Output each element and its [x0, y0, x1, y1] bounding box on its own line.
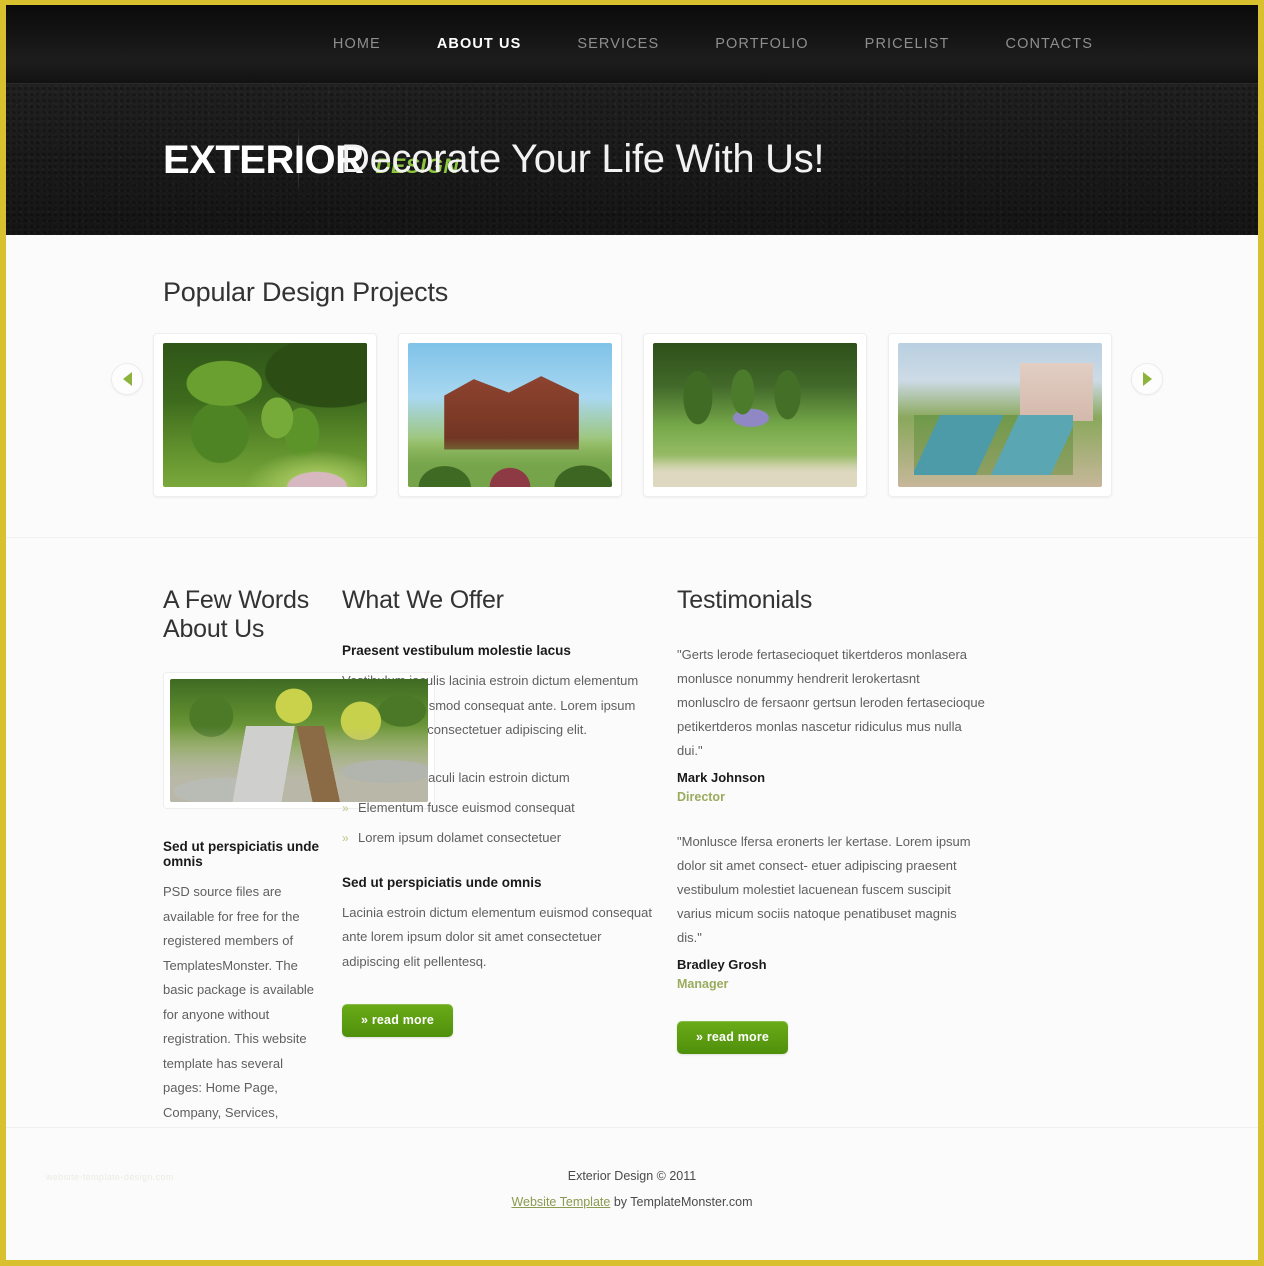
project-thumbnail[interactable]: [887, 333, 1112, 497]
thumbnail-image-pool-villa: [897, 343, 1102, 487]
header-tagline: Decorate Your Life With Us!: [341, 137, 825, 181]
page-frame: HOME ABOUT US SERVICES PORTFOLIO PRICELI…: [0, 0, 1264, 1266]
logo-main-text: EXTERIOR: [163, 137, 364, 182]
testimonial-spacer: [677, 804, 985, 830]
logo[interactable]: EXTERIOR DESIGN: [6, 140, 459, 180]
offer-body-text-2: Lacinia estroin dictum elementum euismod…: [342, 904, 653, 969]
testimonial-item: "Gerts lerode fertasecioquet tikertderos…: [677, 643, 985, 804]
testimonial-author-name: Mark Johnson: [677, 770, 766, 785]
project-thumbnail[interactable]: [397, 333, 622, 497]
testimonial-item: "Monlusce lfersa eronerts ler kertase. L…: [677, 830, 985, 991]
project-thumbnail-strip: [6, 333, 1258, 497]
list-item-label: Lorem ipsum dolamet consectetuer: [358, 829, 562, 845]
footer-watermark: website-template-design.com: [46, 1172, 174, 1182]
testimonial-author-role: Manager: [677, 977, 729, 991]
what-we-offer-title: What We Offer: [342, 586, 504, 614]
nav-item-pricelist[interactable]: PRICELIST: [837, 30, 978, 58]
gallery-next-button[interactable]: [1131, 363, 1163, 395]
nav-item-about-us[interactable]: ABOUT US: [409, 30, 550, 58]
about-us-image-rock-garden: [170, 679, 428, 802]
about-us-title: A Few Words About Us: [163, 586, 309, 643]
testimonials-title: Testimonials: [677, 586, 813, 614]
testimonial-author-role: Director: [677, 790, 725, 804]
bullet-marker-icon: »: [342, 830, 349, 845]
nav-item-contacts[interactable]: CONTACTS: [978, 30, 1121, 58]
nav-item-services[interactable]: SERVICES: [549, 30, 687, 58]
offer-read-more-button[interactable]: » read more: [342, 1004, 454, 1037]
gallery-prev-button[interactable]: [111, 363, 143, 395]
thumbnail-image-formal-garden: [652, 343, 857, 487]
list-item[interactable]: » Lorem ipsum dolamet consectetuer: [342, 823, 655, 853]
popular-projects-section: Popular Design Projects: [6, 235, 1258, 538]
arrow-right-icon: [1142, 372, 1152, 386]
offer-subheading-2: Sed ut perspiciatis unde omnis: [342, 874, 542, 890]
site-footer: Exterior Design © 2011 Website Template …: [6, 1127, 1258, 1260]
footer-copyright: Exterior Design © 2011: [567, 1169, 697, 1183]
site-header: EXTERIOR DESIGN Decorate Your Life With …: [6, 83, 1258, 235]
testimonial-quote: "Gerts lerode fertasecioquet tikertderos…: [677, 647, 985, 758]
thumbnail-image-topiary-garden: [162, 343, 367, 487]
arrow-left-icon: [122, 372, 132, 386]
nav-list: HOME ABOUT US SERVICES PORTFOLIO PRICELI…: [305, 30, 1258, 58]
project-thumbnail[interactable]: [152, 333, 377, 497]
about-us-subheading: Sed ut perspiciatis unde omnis: [163, 839, 320, 869]
top-navigation-bar: HOME ABOUT US SERVICES PORTFOLIO PRICELI…: [6, 5, 1258, 83]
testimonial-quote: "Monlusce lfersa eronerts ler kertase. L…: [677, 834, 971, 945]
footer-credit-text: by TemplateMonster.com: [610, 1195, 753, 1209]
testimonial-author-name: Bradley Grosh: [677, 957, 767, 972]
project-thumbnail[interactable]: [642, 333, 867, 497]
offer-subheading-1: Praesent vestibulum molestie lacus: [342, 643, 571, 658]
testimonials-read-more-button[interactable]: » read more: [677, 1021, 789, 1054]
about-us-image-frame: [163, 672, 435, 809]
website-template-link[interactable]: Website Template: [511, 1195, 610, 1209]
footer-credit-line: Website Template by TemplateMonster.com: [6, 1189, 1258, 1215]
section-title: Popular Design Projects: [163, 277, 449, 307]
nav-item-home[interactable]: HOME: [305, 30, 409, 58]
nav-item-portfolio[interactable]: PORTFOLIO: [687, 30, 836, 58]
thumbnail-image-brick-house: [407, 343, 612, 487]
header-divider: [298, 128, 299, 191]
